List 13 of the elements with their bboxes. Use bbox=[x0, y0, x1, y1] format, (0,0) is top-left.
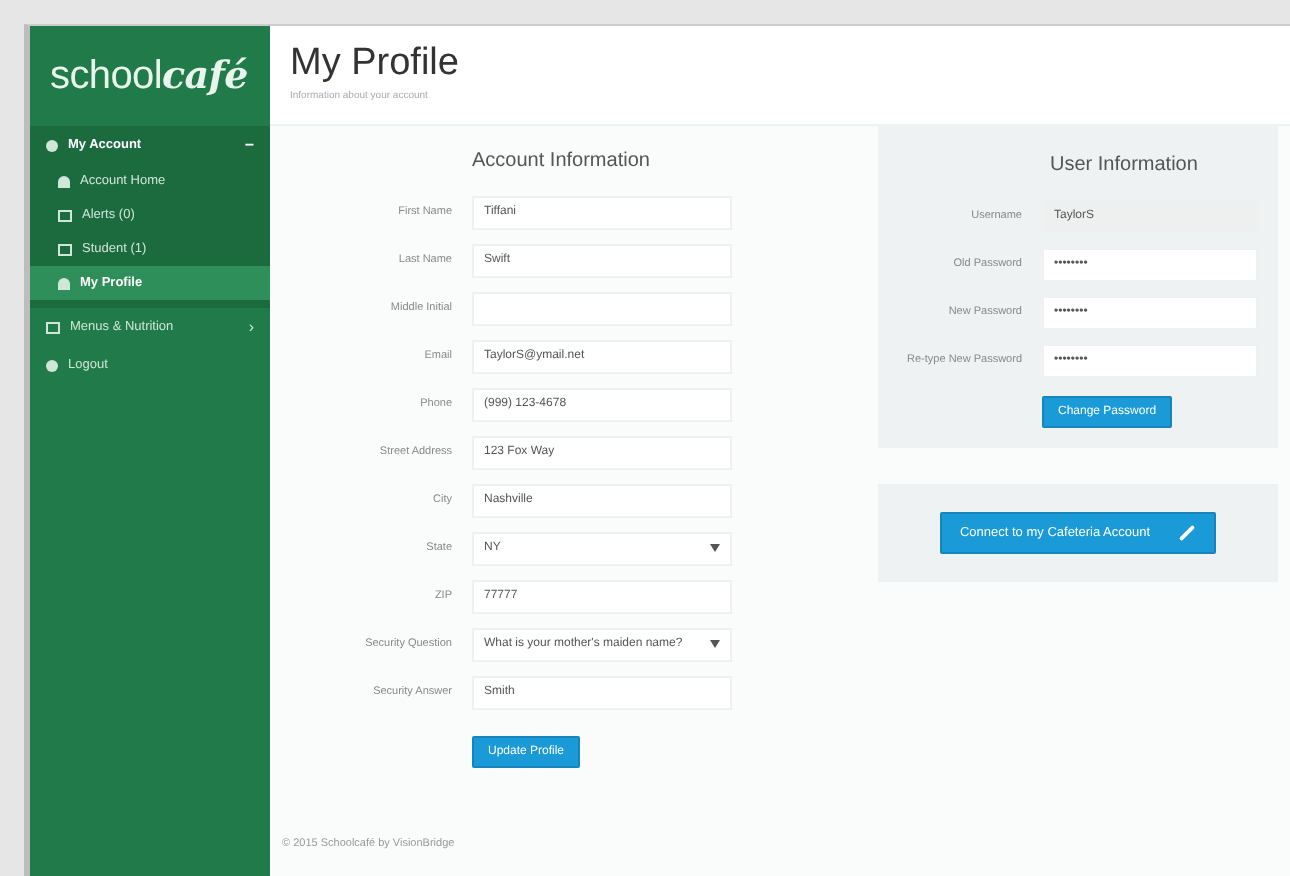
page-title: My Profile bbox=[290, 42, 459, 86]
square-icon bbox=[58, 209, 72, 221]
person-icon bbox=[58, 175, 70, 187]
person-icon bbox=[58, 277, 70, 289]
dropdown-icon bbox=[710, 544, 720, 552]
section-heading: Account Information bbox=[472, 150, 650, 172]
circle-icon bbox=[46, 359, 58, 371]
logo: schoolcafé bbox=[48, 51, 248, 102]
circle-icon bbox=[46, 139, 58, 151]
section-heading: User Information bbox=[1050, 154, 1198, 176]
dropdown-icon bbox=[710, 640, 720, 648]
square-icon bbox=[58, 243, 72, 255]
square-icon bbox=[46, 321, 60, 333]
